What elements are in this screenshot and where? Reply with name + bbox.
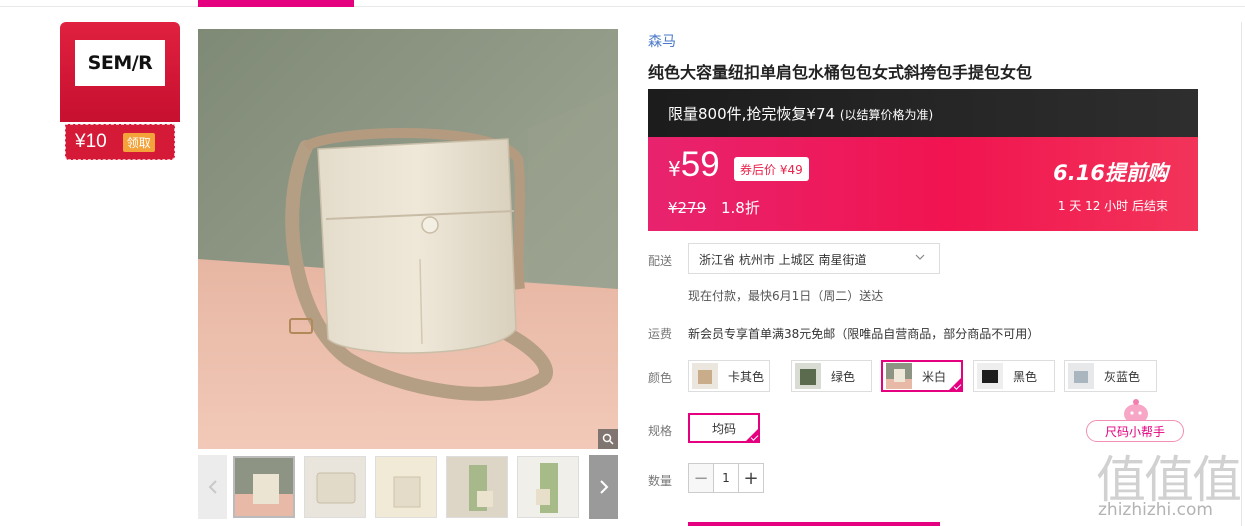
color-option-off-white[interactable]: 米白 (881, 360, 963, 392)
promo-limit-bar: 限量800件,抢完恢复¥74 (以结算价格为准) (648, 89, 1198, 137)
color-option-label: 绿色 (831, 369, 856, 384)
color-option-label: 灰蓝色 (1104, 369, 1141, 384)
delivery-address: 浙江省 杭州市 上城区 南星街道 (699, 253, 867, 267)
top-divider (0, 6, 1245, 7)
thumbnail-prev-button[interactable] (198, 455, 227, 519)
spec-option-label: 均码 (711, 421, 736, 436)
selected-check-icon (744, 427, 760, 443)
buy-button[interactable] (688, 522, 940, 526)
color-option-label: 黑色 (1013, 369, 1038, 384)
limit-notice: 限量800件,抢完恢复¥74 (以结算价格为准) (668, 103, 933, 124)
price-panel: ¥59 券后价 ¥49 ¥279 1.8折 6.16提前购 1 天 12 小时 … (648, 137, 1198, 231)
event-title: 6.16提前购 (1053, 161, 1168, 185)
size-helper[interactable]: 尺码小帮手 (1086, 398, 1184, 444)
main-product-image[interactable] (198, 29, 618, 449)
color-option-label: 米白 (922, 369, 947, 384)
thumbnail-5[interactable] (517, 456, 579, 518)
bucket-bag-photo (198, 29, 618, 449)
thumbnail-image (447, 457, 507, 517)
size-helper-label: 尺码小帮手 (1086, 420, 1184, 442)
quantity-stepper: − 1 + (688, 463, 764, 493)
thumbnail-image (235, 458, 293, 516)
quantity-input[interactable]: 1 (713, 464, 739, 492)
chevron-down-icon (915, 254, 925, 260)
color-option-black[interactable]: 黑色 (973, 360, 1055, 392)
chevron-left-icon (208, 480, 217, 494)
discount-rate: 1.8折 (720, 199, 760, 217)
selected-check-icon (947, 376, 963, 392)
thumbnail-next-button[interactable] (589, 455, 618, 519)
price-value: 59 (680, 145, 720, 184)
thumbnail-image (518, 457, 578, 517)
product-title: 纯色大容量纽扣单肩包水桶包包女式斜挎包手提包女包 (648, 63, 1033, 82)
active-tab-indicator (198, 0, 354, 7)
coupon-header: SEM/R (60, 22, 180, 122)
watermark-site: zhizhizhi.com (1098, 500, 1213, 520)
after-coupon-price-badge: 券后价 ¥49 (734, 157, 809, 181)
spec-label: 规格 (648, 424, 673, 438)
delivery-label: 配送 (648, 254, 673, 268)
thumbnail-image (376, 457, 436, 517)
quantity-decrease-button[interactable]: − (689, 464, 713, 492)
shipping-info: 新会员专享首单满38元免邮（限唯品自营商品，部分商品不可用） (688, 327, 1040, 341)
thumbnail-4[interactable] (446, 456, 508, 518)
coupon-footer: ¥10 领取 (65, 124, 175, 160)
magnifier-icon (602, 433, 614, 445)
original-price: ¥279 (668, 199, 707, 217)
swatch-thumbnail (1068, 363, 1094, 389)
color-option-gray-blue[interactable]: 灰蓝色 (1064, 360, 1157, 392)
swatch-thumbnail (886, 363, 912, 389)
color-label: 颜色 (648, 371, 673, 385)
thumbnail-1[interactable] (233, 456, 295, 518)
thumbnail-image (305, 457, 365, 517)
shipping-label: 运费 (648, 327, 673, 341)
zoom-button[interactable] (598, 429, 618, 449)
product-page: SEM/R ¥10 领取 森马 纯色大容量纽扣单肩包水桶包包女式斜挎包手提包女包… (0, 0, 1245, 526)
currency-symbol: ¥ (668, 157, 681, 181)
spec-option-one-size[interactable]: 均码 (688, 413, 760, 443)
limit-text: 限量800件,抢完恢复¥74 (668, 105, 836, 123)
sale-price: ¥59 (668, 145, 720, 185)
color-option-khaki[interactable]: 卡其色 (688, 360, 770, 392)
brand-logo: SEM/R (75, 40, 165, 86)
color-option-label: 卡其色 (728, 369, 765, 384)
quantity-label: 数量 (648, 474, 673, 488)
color-option-green[interactable]: 绿色 (791, 360, 872, 392)
swatch-thumbnail (977, 363, 1003, 389)
claim-coupon-button[interactable]: 领取 (122, 132, 155, 152)
delivery-address-select[interactable]: 浙江省 杭州市 上城区 南星街道 (688, 243, 940, 274)
quantity-increase-button[interactable]: + (739, 464, 763, 492)
coupon-amount: ¥10 (75, 131, 107, 152)
chevron-right-icon (599, 480, 608, 494)
brand-link[interactable]: 森马 (648, 31, 676, 51)
limit-note: (以结算价格为准) (839, 108, 934, 122)
thumbnail-2[interactable] (304, 456, 366, 518)
store-coupon[interactable]: SEM/R ¥10 领取 (60, 22, 180, 160)
thumbnail-3[interactable] (375, 456, 437, 518)
delivery-estimate: 现在付款，最快6月1日（周二）送达 (688, 289, 884, 303)
promo-banner: 限量800件,抢完恢复¥74 (以结算价格为准) ¥59 券后价 ¥49 ¥27… (648, 89, 1198, 231)
swatch-thumbnail (795, 363, 821, 389)
right-divider (1241, 22, 1242, 526)
countdown-timer: 1 天 12 小时 后结束 (1057, 199, 1168, 213)
swatch-thumbnail (692, 363, 718, 389)
original-price-line: ¥279 1.8折 (668, 197, 760, 218)
